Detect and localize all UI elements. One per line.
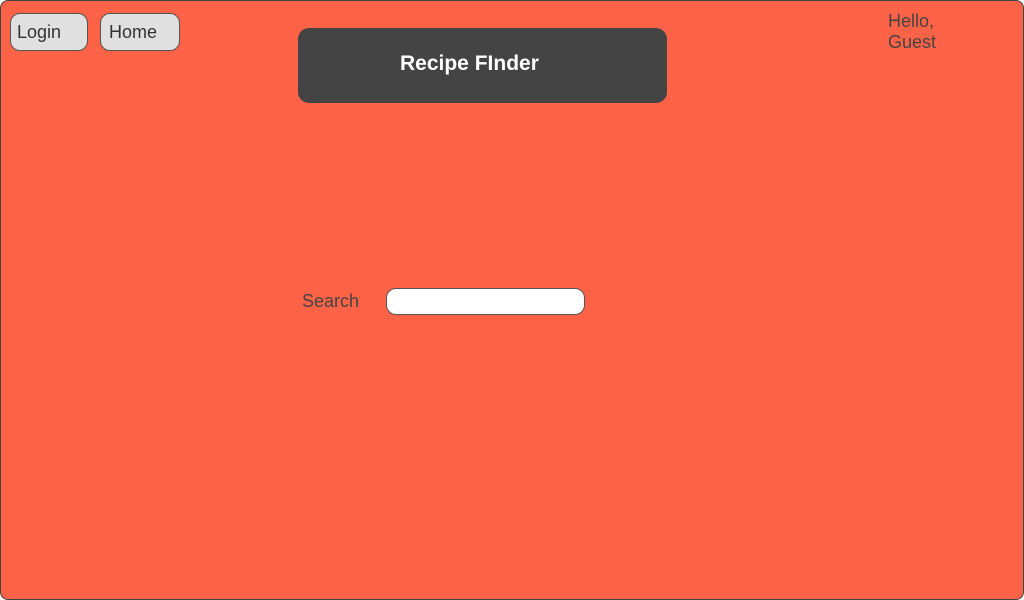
greeting-line-user: Guest [888, 32, 937, 52]
user-greeting: Hello, Guest [888, 11, 948, 53]
search-label: Search [302, 291, 360, 311]
login-button[interactable]: Login [10, 13, 88, 51]
app-frame: Login Home Recipe FInder Hello, Guest Se… [0, 0, 1024, 600]
page-title: Recipe FInder [400, 52, 539, 75]
greeting-line-hello: Hello, [888, 11, 935, 31]
header-banner: Recipe FInder [298, 28, 667, 103]
home-button[interactable]: Home [100, 13, 180, 51]
search-input[interactable] [386, 288, 585, 315]
